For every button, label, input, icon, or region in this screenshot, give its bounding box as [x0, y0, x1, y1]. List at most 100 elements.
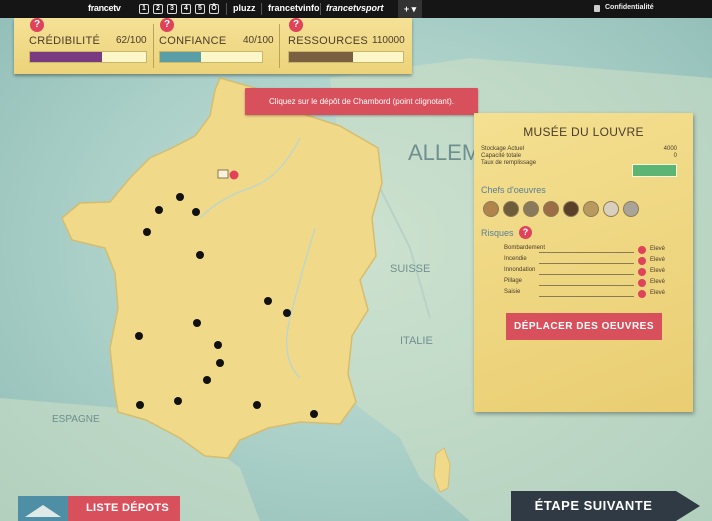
- resources-label: RESSOURCES: [288, 35, 369, 47]
- depot-marker[interactable]: [136, 401, 144, 409]
- credibility-label: CRÉDIBILITÉ: [29, 35, 101, 47]
- louvre-icon[interactable]: [217, 169, 229, 179]
- confidence-bar-fill: [160, 52, 201, 62]
- depot-marker[interactable]: [176, 193, 184, 201]
- credibility-help-icon[interactable]: ?: [30, 18, 44, 32]
- artwork-icon[interactable]: [563, 201, 579, 217]
- channel-5-icon[interactable]: 5: [195, 4, 205, 14]
- artwork-icon[interactable]: [583, 201, 599, 217]
- risk-row: Saisie Elevé: [504, 289, 674, 299]
- depot-marker[interactable]: [174, 397, 182, 405]
- risk-level: Elevé: [650, 268, 666, 274]
- confidence-stat: ? CONFIANCE 40/100: [159, 18, 279, 74]
- artwork-icon[interactable]: [503, 201, 519, 217]
- stats-panel: ? CRÉDIBILITÉ 62/100 ? CONFIANCE 40/100 …: [14, 18, 412, 74]
- instruction-tooltip: Cliquez sur le dépôt de Chambord (point …: [245, 88, 478, 115]
- risk-name: Saisie: [504, 289, 521, 295]
- depot-list-label[interactable]: LISTE DÉPOTS: [68, 496, 180, 521]
- risk-line: [539, 296, 634, 297]
- next-step-label[interactable]: ÉTAPE SUIVANTE: [511, 491, 676, 521]
- channel-1-icon[interactable]: 1: [139, 4, 149, 14]
- stock-label: Stockage Actuel: [481, 146, 525, 152]
- risk-level-dot: [638, 268, 646, 276]
- risk-name: Pillage: [504, 278, 523, 284]
- confidence-bar: [159, 51, 263, 63]
- depot-marker[interactable]: [143, 228, 151, 236]
- depot-marker[interactable]: [196, 251, 204, 259]
- more-menu-button[interactable]: + ▾: [398, 0, 422, 18]
- channel-o-icon[interactable]: Ô: [209, 4, 219, 14]
- depot-marker[interactable]: [310, 410, 318, 418]
- depot-list-toggle[interactable]: [18, 496, 68, 521]
- depot-marker[interactable]: [216, 359, 224, 367]
- risk-level-dot: [638, 290, 646, 298]
- pluzz-link[interactable]: pluzz: [233, 3, 256, 13]
- depot-marker[interactable]: [264, 297, 272, 305]
- resources-stat: ? RESSOURCES 110000: [288, 18, 408, 74]
- risk-line: [539, 263, 634, 264]
- risk-row: Bombardement Elevé: [504, 245, 674, 255]
- arrow-right-icon: [676, 491, 700, 521]
- next-step-button[interactable]: ÉTAPE SUIVANTE: [511, 491, 706, 521]
- lock-icon: [594, 5, 600, 12]
- rate-label: Taux de remplissage: [481, 160, 537, 166]
- risk-level-dot: [638, 279, 646, 287]
- artwork-icon[interactable]: [603, 201, 619, 217]
- artwork-icon[interactable]: [523, 201, 539, 217]
- risk-name: Innondation: [504, 267, 536, 273]
- divider: [320, 3, 321, 15]
- masterpieces-label: Chefs d'oeuvres: [481, 185, 546, 195]
- risk-level: Elevé: [650, 279, 666, 285]
- label-suisse: SUISSE: [390, 263, 430, 275]
- resources-value: 110000: [372, 35, 405, 46]
- francetvsport-link[interactable]: francetvsport: [326, 3, 384, 13]
- channel-3-icon[interactable]: 3: [167, 4, 177, 14]
- move-artworks-button[interactable]: DÉPLACER DES OEUVRES: [506, 313, 662, 340]
- risk-line: [539, 252, 634, 253]
- artwork-icon[interactable]: [483, 201, 499, 217]
- artwork-icon[interactable]: [623, 201, 639, 217]
- channel-4-icon[interactable]: 4: [181, 4, 191, 14]
- credibility-bar-fill: [30, 52, 102, 62]
- depot-marker[interactable]: [193, 319, 201, 327]
- risk-row: Incendie Elevé: [504, 256, 674, 266]
- label-espagne: ESPAGNE: [52, 414, 100, 425]
- museum-card: MUSÉE DU LOUVRE Stockage Actuel 4000 Cap…: [474, 113, 693, 412]
- francetv-logo[interactable]: francetv: [88, 3, 121, 13]
- divider: [279, 24, 280, 68]
- risk-row: Innondation Elevé: [504, 267, 674, 277]
- label-italie: ITALIE: [400, 335, 433, 347]
- risks-help-icon[interactable]: ?: [519, 226, 532, 239]
- risk-name: Bombardement: [504, 245, 546, 251]
- artwork-icon[interactable]: [543, 201, 559, 217]
- confidence-label: CONFIANCE: [159, 35, 227, 47]
- risk-line: [539, 285, 634, 286]
- museum-title: MUSÉE DU LOUVRE: [523, 125, 644, 139]
- risk-row: Pillage Elevé: [504, 278, 674, 288]
- privacy-link[interactable]: Confidentialité: [605, 4, 654, 11]
- divider: [153, 24, 154, 68]
- channel-2-icon[interactable]: 2: [153, 4, 163, 14]
- stock-value: 4000: [663, 146, 677, 152]
- confidence-value: 40/100: [243, 35, 274, 46]
- depot-list-button[interactable]: LISTE DÉPOTS: [18, 496, 180, 521]
- depot-marker[interactable]: [155, 206, 163, 214]
- confidence-help-icon[interactable]: ?: [160, 18, 174, 32]
- depot-marker[interactable]: [253, 401, 261, 409]
- depot-marker[interactable]: [135, 332, 143, 340]
- depot-marker[interactable]: [283, 309, 291, 317]
- francetvinfo-link[interactable]: francetvinfo: [268, 3, 320, 13]
- depot-marker[interactable]: [203, 376, 211, 384]
- capacity-value: 0: [673, 153, 677, 159]
- depot-marker[interactable]: [214, 341, 222, 349]
- resources-bar: [288, 51, 404, 63]
- credibility-stat: ? CRÉDIBILITÉ 62/100: [29, 18, 149, 74]
- chambord-depot-marker[interactable]: [229, 170, 239, 180]
- resources-help-icon[interactable]: ?: [289, 18, 303, 32]
- arrow-up-icon: [25, 505, 61, 517]
- risk-name: Incendie: [504, 256, 527, 262]
- risk-level-dot: [638, 246, 646, 254]
- capacity-label: Capacité totale: [481, 153, 522, 159]
- depot-marker[interactable]: [192, 208, 200, 216]
- credibility-bar: [29, 51, 147, 63]
